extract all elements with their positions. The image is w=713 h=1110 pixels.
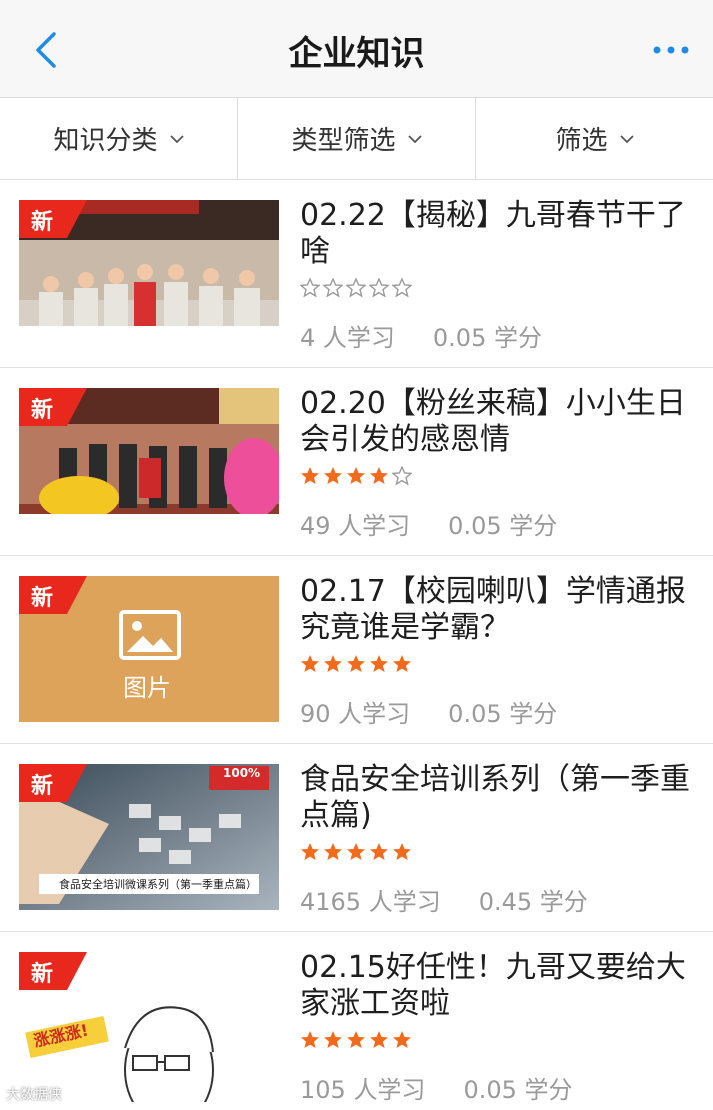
credit-value: 0.05 学分 <box>432 324 542 352</box>
thumbnail-food-safety: 100% 食品安全培训微课系列（第一季重点篇） 新 <box>19 764 279 910</box>
thumbnail-caption: 食品安全培训微课系列（第一季重点篇） <box>59 878 257 891</box>
star-filled-icon <box>347 467 365 484</box>
learner-count: 105 人学习 <box>300 1076 426 1104</box>
credit-value: 0.05 学分 <box>448 512 558 540</box>
chevron-down-icon <box>619 134 634 143</box>
star-rating <box>300 466 700 488</box>
credit-value: 0.45 学分 <box>478 888 588 916</box>
learner-count: 4165 人学习 <box>300 888 441 916</box>
list-item[interactable]: 图片 新 02.17【校园喇叭】学情通报 究竟谁是学霸？ 90 人学习 0.05… <box>0 556 713 744</box>
star-filled-icon <box>301 843 319 860</box>
image-placeholder-icon <box>119 610 181 660</box>
star-filled-icon <box>324 843 342 860</box>
star-filled-icon <box>301 655 319 672</box>
star-filled-icon <box>393 843 411 860</box>
star-rating <box>300 278 700 300</box>
new-badge-label: 新 <box>31 210 54 235</box>
star-empty-icon <box>392 278 412 298</box>
filter-type[interactable]: 类型筛选 <box>238 98 476 179</box>
star-filled-icon <box>324 1031 342 1048</box>
star-filled-icon <box>324 655 342 672</box>
star-filled-icon <box>370 843 388 860</box>
new-badge-label: 新 <box>31 398 54 423</box>
star-filled-icon <box>393 1031 411 1048</box>
chevron-down-icon <box>169 134 184 143</box>
star-filled-icon <box>347 655 365 672</box>
star-empty-icon <box>323 278 343 298</box>
filter-label: 知识分类 <box>53 126 158 156</box>
star-empty-icon <box>300 278 320 298</box>
star-rating <box>300 654 700 676</box>
item-title: 食品安全培训系列（第一季重点篇) <box>300 762 690 833</box>
star-filled-icon <box>324 467 342 484</box>
new-badge-label: 新 <box>31 586 54 611</box>
thumbnail-cartoon: 涨涨涨! 新 <box>19 952 279 1102</box>
chevron-down-icon <box>407 134 422 143</box>
thumbnail-tag: 100% <box>223 766 261 780</box>
watermark: 大数据侠 <box>6 1087 62 1103</box>
item-title: 02.22【揭秘】九哥春节干了啥 <box>300 198 686 269</box>
page-title: 企业知识 <box>288 34 425 74</box>
item-title: 02.15好任性！九哥又要给大家涨工资啦 <box>300 950 686 1021</box>
star-rating <box>300 842 700 864</box>
list-item[interactable]: 100% 食品安全培训微课系列（第一季重点篇） 新 食品安全培训系列（第一季重点… <box>0 744 713 932</box>
item-title: 02.17【校园喇叭】学情通报 究竟谁是学霸？ <box>300 574 686 645</box>
more-dots-icon[interactable] <box>651 38 691 62</box>
learner-count: 4 人学习 <box>300 324 395 352</box>
new-badge-label: 新 <box>31 962 54 987</box>
star-filled-icon <box>370 1031 388 1048</box>
list-item[interactable]: 新 02.20【粉丝来稿】小小生日会引发的感恩情 49 人学习 0.05 学分 <box>0 368 713 556</box>
filter-bar: 知识分类 类型筛选 筛选 <box>0 98 713 180</box>
star-filled-icon <box>393 655 411 672</box>
star-empty-icon <box>346 278 366 298</box>
star-empty-icon <box>392 466 412 486</box>
top-nav-bar: 企业知识 <box>0 0 713 98</box>
filter-label: 筛选 <box>555 126 608 156</box>
star-filled-icon <box>370 467 388 484</box>
star-empty-icon <box>369 278 389 298</box>
thumbnail-lion-dance: 新 <box>19 388 279 534</box>
item-title: 02.20【粉丝来稿】小小生日会引发的感恩情 <box>300 386 686 457</box>
thumbnail-placeholder: 图片 新 <box>19 576 279 722</box>
filter-general[interactable]: 筛选 <box>476 98 713 179</box>
list-item[interactable]: 新 02.22【揭秘】九哥春节干了啥 4 人学习 0.05 学分 <box>0 180 713 368</box>
knowledge-list: 新 02.22【揭秘】九哥春节干了啥 4 人学习 0.05 学分 新 02.20… <box>0 180 713 1110</box>
learner-count: 49 人学习 <box>300 512 411 540</box>
star-filled-icon <box>301 467 319 484</box>
learner-count: 90 人学习 <box>300 700 411 728</box>
filter-knowledge-category[interactable]: 知识分类 <box>0 98 238 179</box>
star-rating <box>300 1030 700 1052</box>
star-filled-icon <box>347 843 365 860</box>
list-item[interactable]: 涨涨涨! 新 02.15好任性！九哥又要给大家涨工资啦 105 人学习 0.05… <box>0 932 713 1110</box>
star-filled-icon <box>301 1031 319 1048</box>
thumbnail-group-photo: 新 <box>19 200 279 346</box>
star-filled-icon <box>370 655 388 672</box>
credit-value: 0.05 学分 <box>463 1076 573 1104</box>
star-filled-icon <box>347 1031 365 1048</box>
new-badge-label: 新 <box>31 774 54 799</box>
credit-value: 0.05 学分 <box>448 700 558 728</box>
filter-label: 类型筛选 <box>291 126 396 156</box>
image-placeholder-label: 图片 <box>123 674 171 702</box>
